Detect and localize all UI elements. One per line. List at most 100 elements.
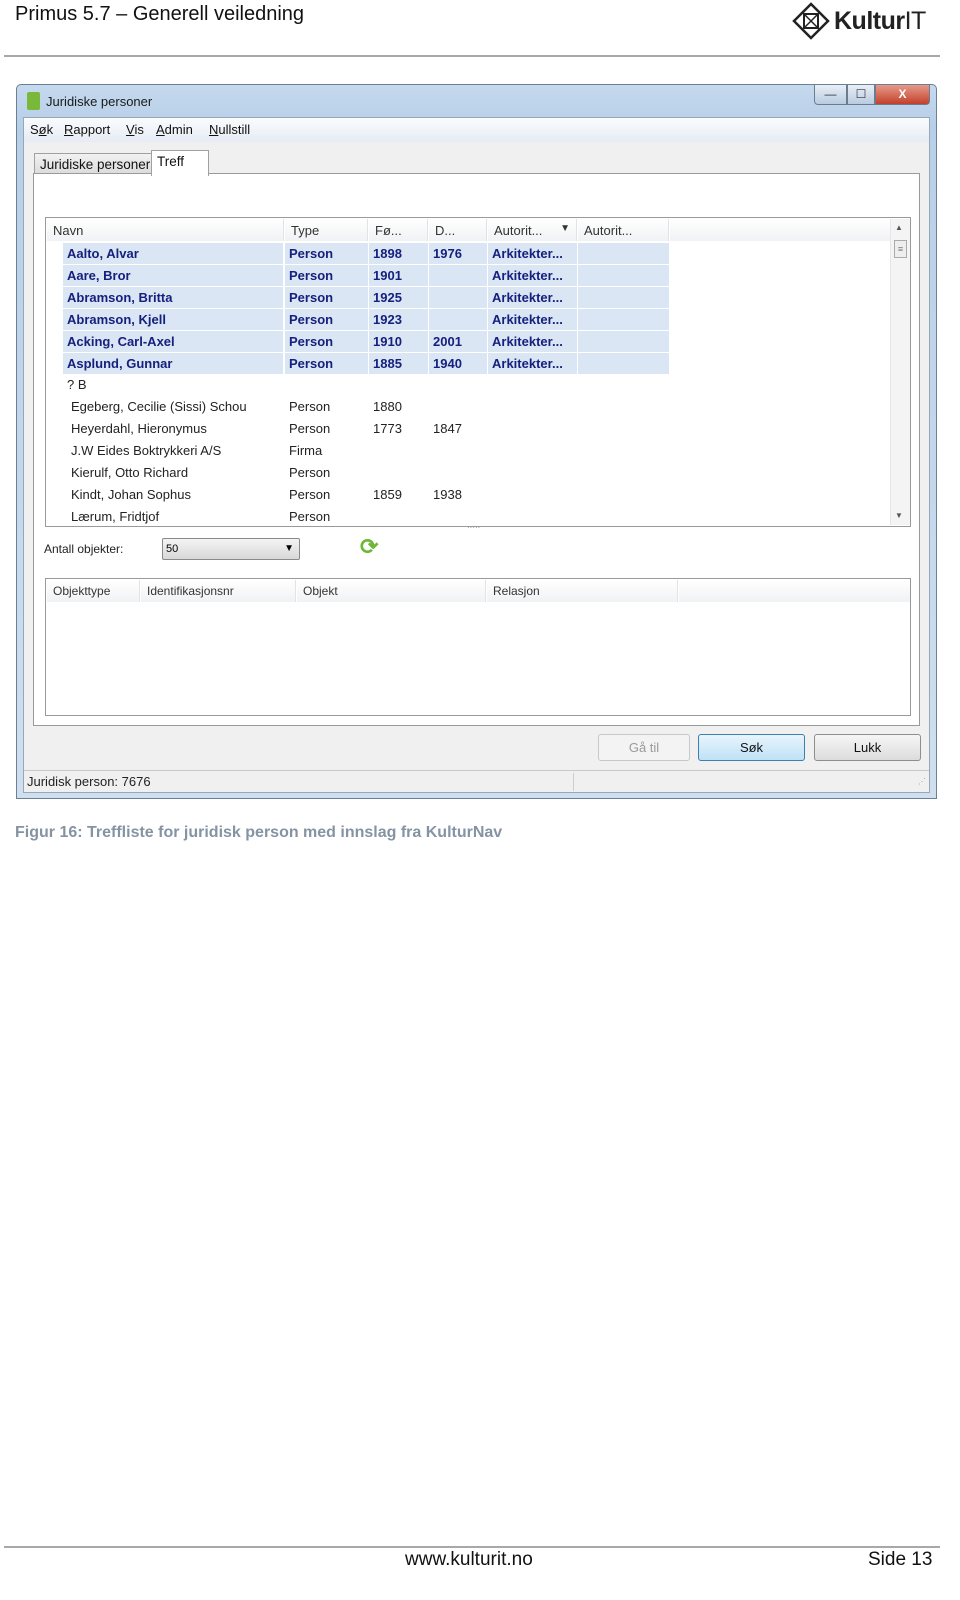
table-cell-navn[interactable]: Kierulf, Otto Richard <box>63 462 283 483</box>
table-cell-dod[interactable] <box>429 286 487 308</box>
table-cell-navn[interactable]: Egeberg, Cecilie (Sissi) Schou <box>63 396 283 417</box>
table-cell-navn[interactable]: Heyerdahl, Hieronymus <box>63 418 283 439</box>
table-cell-type[interactable]: Person <box>285 396 368 417</box>
table-cell-autoritet[interactable] <box>488 374 577 395</box>
table-cell-autoritet[interactable] <box>488 396 577 417</box>
table-cell-navn[interactable]: J.W Eides Boktrykkeri A/S <box>63 440 283 461</box>
table-cell-navn[interactable]: Abramson, Britta <box>63 286 283 308</box>
table-cell-autoritet-2[interactable] <box>578 462 669 483</box>
table-cell-fodt[interactable]: 1773 <box>369 418 428 439</box>
menu-sok[interactable]: Søk <box>30 122 53 137</box>
table-cell-fodt[interactable]: 1923 <box>369 308 428 330</box>
tab-treff[interactable]: Treff <box>151 150 209 176</box>
table-cell-autoritet-2[interactable] <box>578 418 669 439</box>
table-cell-fodt[interactable]: 1898 <box>369 243 428 264</box>
table-cell-type[interactable]: Person <box>285 264 368 286</box>
title-bar[interactable]: Juridiske personer — ☐ X <box>17 85 936 117</box>
table-cell-dod[interactable]: 2001 <box>429 330 487 352</box>
table-cell-fodt[interactable]: 1925 <box>369 286 428 308</box>
table-cell-autoritet[interactable]: Arkitekter... <box>488 264 577 286</box>
splitter-grip[interactable]: ····· <box>467 523 480 532</box>
column-header-autoritet-2[interactable]: Autorit... <box>578 219 669 241</box>
table-cell-autoritet-2[interactable] <box>578 330 669 352</box>
count-select[interactable]: 50 ▼ <box>162 538 300 560</box>
table-cell-autoritet[interactable]: Arkitekter... <box>488 330 577 352</box>
table-cell-navn[interactable]: Aare, Bror <box>63 264 283 286</box>
table-cell-dod[interactable] <box>429 462 487 483</box>
table-cell-autoritet-2[interactable] <box>578 352 669 374</box>
table-cell-dod[interactable]: 1938 <box>429 484 487 505</box>
table-cell-type[interactable] <box>285 374 368 395</box>
menu-nullstill[interactable]: Nullstill <box>209 122 250 137</box>
column-header-autoritet-1[interactable]: Autorit... ▼ <box>488 219 577 241</box>
table-cell-autoritet[interactable]: Arkitekter... <box>488 286 577 308</box>
table-cell-dod[interactable] <box>429 308 487 330</box>
table-cell-fodt[interactable] <box>369 374 428 395</box>
table-cell-autoritet-2[interactable] <box>578 374 669 395</box>
table-cell-dod[interactable] <box>429 264 487 286</box>
table-cell-autoritet[interactable] <box>488 506 577 527</box>
table-cell-navn[interactable]: Asplund, Gunnar <box>63 352 283 374</box>
table-cell-navn[interactable]: ? B <box>63 374 283 395</box>
column-header-dod[interactable]: D... <box>429 219 487 241</box>
menu-admin[interactable]: Admin <box>156 122 193 137</box>
close-button[interactable]: Lukk <box>814 734 921 761</box>
table-cell-dod[interactable] <box>429 374 487 395</box>
menu-vis[interactable]: Vis <box>126 122 144 137</box>
table-cell-navn[interactable]: Lærum, Fridtjof <box>63 506 283 527</box>
table-cell-autoritet[interactable] <box>488 462 577 483</box>
table-cell-type[interactable]: Person <box>285 286 368 308</box>
table-cell-autoritet[interactable] <box>488 484 577 505</box>
column-header-objekttype[interactable]: Objekttype <box>47 580 140 602</box>
table-cell-fodt[interactable]: 1901 <box>369 264 428 286</box>
table-cell-autoritet[interactable] <box>488 418 577 439</box>
table-cell-autoritet[interactable]: Arkitekter... <box>488 352 577 374</box>
table-cell-dod[interactable]: 1847 <box>429 418 487 439</box>
table-cell-type[interactable]: Person <box>285 330 368 352</box>
goto-button[interactable]: Gå til <box>598 734 690 761</box>
table-cell-type[interactable]: Person <box>285 484 368 505</box>
table-cell-type[interactable]: Person <box>285 506 368 527</box>
tab-juridiske-personer[interactable]: Juridiske personer <box>34 153 157 175</box>
table-cell-dod[interactable]: 1940 <box>429 352 487 374</box>
table-cell-autoritet-2[interactable] <box>578 243 669 264</box>
menu-rapport[interactable]: Rapport <box>64 122 110 137</box>
table-cell-navn[interactable]: Abramson, Kjell <box>63 308 283 330</box>
table-cell-navn[interactable]: Acking, Carl-Axel <box>63 330 283 352</box>
table-cell-autoritet-2[interactable] <box>578 286 669 308</box>
table-cell-type[interactable]: Person <box>285 418 368 439</box>
scroll-up-icon[interactable]: ▲ <box>895 223 903 232</box>
table-cell-autoritet[interactable]: Arkitekter... <box>488 308 577 330</box>
table-cell-fodt[interactable] <box>369 440 428 461</box>
minimize-button[interactable]: — <box>814 85 847 105</box>
column-header-navn[interactable]: Navn <box>47 219 284 241</box>
table-cell-fodt[interactable]: 1859 <box>369 484 428 505</box>
table-cell-fodt[interactable]: 1880 <box>369 396 428 417</box>
table-cell-dod[interactable] <box>429 440 487 461</box>
table-cell-autoritet-2[interactable] <box>578 264 669 286</box>
table-cell-type[interactable]: Person <box>285 352 368 374</box>
table-cell-autoritet-2[interactable] <box>578 484 669 505</box>
table-cell-dod[interactable] <box>429 396 487 417</box>
table-cell-fodt[interactable]: 1910 <box>369 330 428 352</box>
table-cell-autoritet-2[interactable] <box>578 440 669 461</box>
column-header-type[interactable]: Type <box>285 219 368 241</box>
table-cell-type[interactable]: Firma <box>285 440 368 461</box>
resize-grip-icon[interactable]: ⋰ <box>918 777 926 786</box>
scroll-down-icon[interactable]: ▼ <box>895 511 903 520</box>
results-scrollbar[interactable]: ▲ ≡ ▼ <box>890 219 910 525</box>
table-cell-autoritet-2[interactable] <box>578 308 669 330</box>
column-header-relasjon[interactable]: Relasjon <box>487 580 678 602</box>
table-cell-fodt[interactable]: 1885 <box>369 352 428 374</box>
search-button[interactable]: Søk <box>698 734 805 761</box>
table-cell-type[interactable]: Person <box>285 243 368 264</box>
refresh-icon[interactable]: ⟳ <box>360 534 378 560</box>
table-cell-autoritet[interactable] <box>488 440 577 461</box>
table-cell-fodt[interactable] <box>369 506 428 527</box>
maximize-button[interactable]: ☐ <box>847 85 875 105</box>
column-header-fodt[interactable]: Fø... <box>369 219 428 241</box>
table-cell-dod[interactable]: 1976 <box>429 243 487 264</box>
table-cell-autoritet-2[interactable] <box>578 506 669 527</box>
table-cell-fodt[interactable] <box>369 462 428 483</box>
table-cell-navn[interactable]: Kindt, Johan Sophus <box>63 484 283 505</box>
